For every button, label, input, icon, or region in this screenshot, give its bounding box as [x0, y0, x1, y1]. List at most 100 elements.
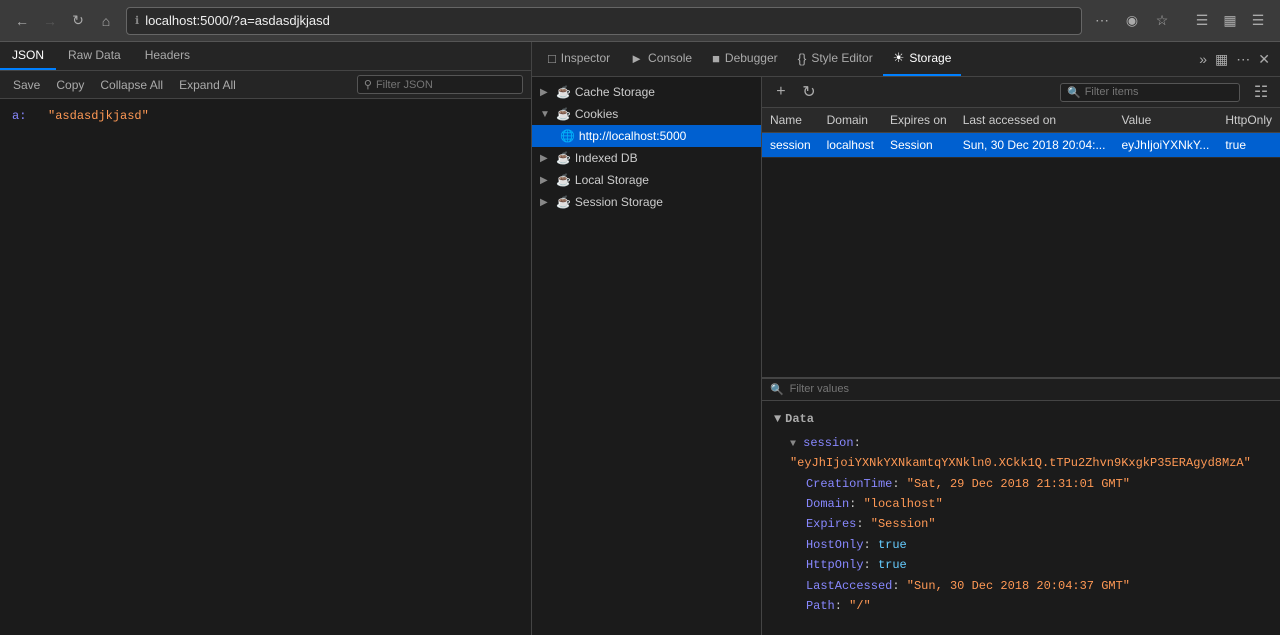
col-domain[interactable]: Domain [819, 108, 882, 133]
last-accessed-value: "Sun, 30 Dec 2018 20:04:37 GMT" [907, 579, 1130, 593]
copy-button[interactable]: Copy [51, 76, 89, 94]
cell-value: eyJhIjoiYXNkY... [1113, 133, 1217, 158]
address-input[interactable] [145, 13, 1073, 28]
more-button[interactable]: ⋯ [1090, 9, 1114, 33]
style-editor-label: Style Editor [811, 51, 872, 65]
indexed-db-icon: ☕ [556, 151, 571, 165]
refresh-button[interactable]: ↻ [66, 9, 90, 33]
tab-json[interactable]: JSON [0, 42, 56, 70]
filter-items-wrap: 🔍 [1060, 83, 1240, 102]
http-only-key: HttpOnly [806, 558, 864, 572]
session-key: session [803, 436, 853, 450]
cookies-label: Cookies [575, 107, 618, 121]
json-value: "asdasdjkjasd" [48, 109, 149, 123]
console-label: Console [648, 51, 692, 65]
refresh-cookies-button[interactable]: ↻ [798, 81, 820, 103]
host-only-value: true [878, 538, 907, 552]
db-icon: ☕ [556, 85, 571, 99]
json-tabs: JSON Raw Data Headers [0, 42, 531, 71]
tree-item-cookies-localhost[interactable]: 🌐 http://localhost:5000 [532, 125, 761, 147]
tab-debugger[interactable]: ■ Debugger [702, 43, 788, 76]
close-devtools-button[interactable]: ✕ [1254, 47, 1274, 72]
tab-storage[interactable]: ☀ Storage [883, 42, 962, 76]
collapse-session-icon[interactable]: ▼ [790, 439, 796, 450]
last-accessed-key: LastAccessed [806, 579, 892, 593]
json-panel: JSON Raw Data Headers Save Copy Collapse… [0, 42, 532, 635]
tab-raw-data[interactable]: Raw Data [56, 42, 133, 70]
table-row[interactable]: session localhost Session Sun, 30 Dec 20… [762, 133, 1280, 158]
browser-chrome: ← → ↻ ⌂ ℹ ⋯ ◉ ☆ ☰ ▦ ☰ [0, 0, 1280, 42]
filter-items-input[interactable] [1085, 86, 1233, 98]
inspector-label: Inspector [561, 51, 610, 65]
col-http-only[interactable]: HttpOnly [1217, 108, 1280, 133]
creation-time-value: "Sat, 29 Dec 2018 21:31:01 GMT" [907, 477, 1130, 491]
tree-item-cookies[interactable]: ▼ ☕ Cookies [532, 103, 761, 125]
session-storage-label: Session Storage [575, 195, 663, 209]
data-section: ▼ Data [774, 409, 1268, 429]
domain-key: Domain [806, 497, 849, 511]
expand-all-button[interactable]: Expand All [174, 76, 241, 94]
data-section-label: Data [785, 409, 814, 429]
settings-button[interactable]: ⋯ [1232, 47, 1254, 72]
expires-value: "Session" [871, 517, 936, 531]
bookmark-button[interactable]: ◉ [1120, 9, 1144, 33]
tree-item-indexed-db[interactable]: ▶ ☕ Indexed DB [532, 147, 761, 169]
dock-button[interactable]: ▦ [1211, 47, 1232, 72]
cell-expires: Session [882, 133, 955, 158]
globe-icon: 🌐 [560, 129, 575, 143]
back-button[interactable]: ← [10, 9, 34, 33]
more-tabs-button[interactable]: » [1195, 47, 1211, 71]
cookies-table: Name Domain Expires on Last accessed on … [762, 108, 1280, 158]
inspector-icon: □ [548, 51, 556, 66]
star-button[interactable]: ☆ [1150, 9, 1174, 33]
creation-time-key: CreationTime [806, 477, 892, 491]
tab-style-editor[interactable]: {} Style Editor [788, 43, 883, 76]
collapse-detail-icon[interactable]: ▼ [774, 409, 781, 429]
local-storage-label: Local Storage [575, 173, 649, 187]
devtools-tabs: □ Inspector ► Console ■ Debugger {} Styl… [532, 42, 1280, 77]
chevron-right-icon-4: ▶ [540, 197, 552, 208]
tab-headers[interactable]: Headers [133, 42, 202, 70]
col-expires[interactable]: Expires on [882, 108, 955, 133]
storage-icon: ☀ [893, 50, 905, 66]
cookie-detail: ▼ Data ▼ session: "eyJhIjoiYXNkYXNkamtqY… [762, 401, 1280, 635]
bookmarks-icon[interactable]: ☰ [1190, 9, 1214, 33]
cell-name: session [762, 133, 819, 158]
filter-wrap: ⚲ [357, 75, 523, 94]
domain-value: "localhost" [864, 497, 943, 511]
main-content: JSON Raw Data Headers Save Copy Collapse… [0, 42, 1280, 635]
menu-button[interactable]: ☰ [1246, 9, 1270, 33]
cookie-db-icon: ☕ [556, 107, 571, 121]
collapse-all-button[interactable]: Collapse All [95, 76, 168, 94]
tree-item-cache-storage[interactable]: ▶ ☕ Cache Storage [532, 81, 761, 103]
filter-values-bar: 🔍 [762, 378, 1280, 401]
add-cookie-button[interactable]: + [770, 81, 792, 103]
forward-button[interactable]: → [38, 9, 62, 33]
tab-inspector[interactable]: □ Inspector [538, 43, 620, 76]
debugger-label: Debugger [725, 51, 778, 65]
http-only-line: HttpOnly: true [774, 555, 1268, 575]
col-value[interactable]: Value [1113, 108, 1217, 133]
home-button[interactable]: ⌂ [94, 9, 118, 33]
col-name[interactable]: Name [762, 108, 819, 133]
filter-values-input[interactable] [790, 383, 1272, 395]
tab-console[interactable]: ► Console [620, 43, 702, 76]
cookies-localhost-label: http://localhost:5000 [579, 129, 686, 143]
cell-domain: localhost [819, 133, 882, 158]
sidebar-toggle[interactable]: ▦ [1218, 9, 1242, 33]
tree-item-session-storage[interactable]: ▶ ☕ Session Storage [532, 191, 761, 213]
export-button[interactable]: ☷ [1250, 81, 1272, 103]
style-editor-icon: {} [798, 51, 807, 66]
tree-item-local-storage[interactable]: ▶ ☕ Local Storage [532, 169, 761, 191]
json-filter-input[interactable] [376, 79, 516, 91]
lock-icon: ℹ [135, 14, 139, 27]
cell-http-only: true [1217, 133, 1280, 158]
json-key: a: [12, 109, 26, 123]
http-only-value: true [878, 558, 907, 572]
session-storage-icon: ☕ [556, 195, 571, 209]
browser-actions: ⋯ ◉ ☆ [1090, 9, 1174, 33]
col-last-accessed[interactable]: Last accessed on [955, 108, 1114, 133]
path-key: Path [806, 599, 835, 613]
cell-last-accessed: Sun, 30 Dec 2018 20:04:... [955, 133, 1114, 158]
save-button[interactable]: Save [8, 76, 45, 94]
